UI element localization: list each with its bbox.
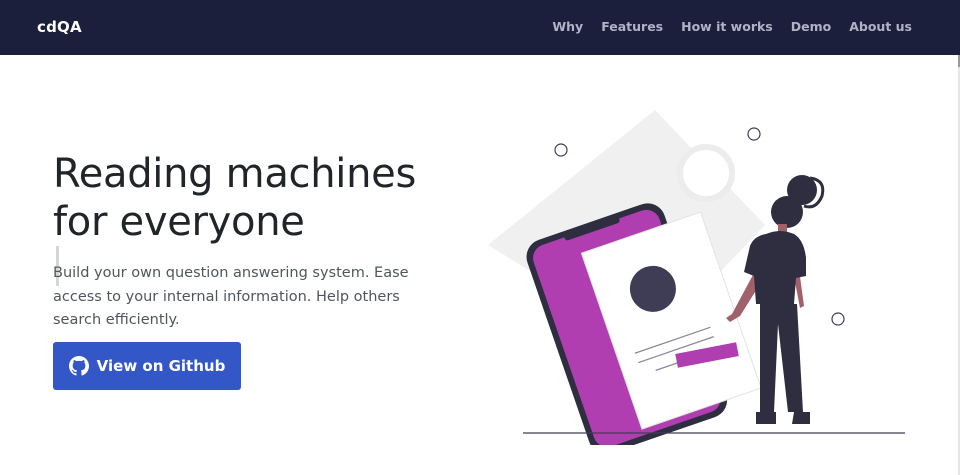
background-circle <box>677 144 735 202</box>
navbar: cdQA Why Features How it works Demo Abou… <box>0 0 960 55</box>
nav-link-features[interactable]: Features <box>601 19 663 34</box>
hero-illustration <box>488 110 905 445</box>
nav-links: Why Features How it works Demo About us <box>552 19 912 34</box>
decor-circle-top <box>747 127 761 141</box>
headline-line-2-text: for everyone <box>53 199 305 245</box>
button-label: View on Github <box>96 357 226 375</box>
view-on-github-button[interactable]: View on Github <box>53 342 241 390</box>
nav-link-why[interactable]: Why <box>552 19 583 34</box>
github-icon <box>68 356 89 376</box>
headline-line-1: Reading machines <box>53 151 417 197</box>
decor-circle-right <box>831 312 845 326</box>
decor-circle-left <box>554 143 568 157</box>
hero-subtitle: Build your own question answering system… <box>53 265 409 328</box>
nav-link-demo[interactable]: Demo <box>791 19 831 34</box>
nav-link-how-it-works[interactable]: How it works <box>681 19 773 34</box>
brand-logo[interactable]: cdQA <box>37 18 82 36</box>
nav-link-about-us[interactable]: About us <box>849 19 912 34</box>
